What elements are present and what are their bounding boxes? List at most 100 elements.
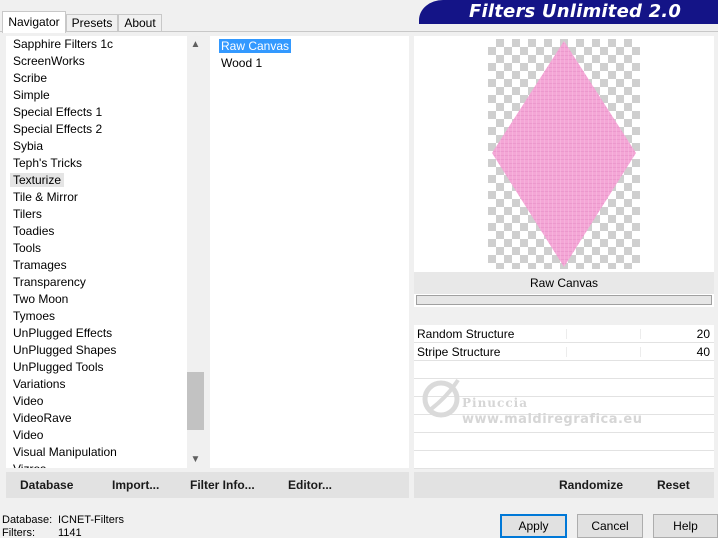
category-item[interactable]: Sapphire Filters 1c [6, 36, 186, 53]
category-item-label: VideoRave [13, 411, 72, 425]
preview-canvas [488, 39, 640, 269]
preview-filter-name: Raw Canvas [414, 272, 714, 294]
slider-empty [414, 433, 714, 451]
category-item-label: Transparency [13, 275, 86, 289]
category-item[interactable]: Two Moon [6, 291, 186, 308]
randomize-button[interactable]: Randomize [559, 472, 623, 498]
category-item-label: UnPlugged Tools [13, 360, 104, 374]
slider-empty [414, 361, 714, 379]
category-item[interactable]: Transparency [6, 274, 186, 291]
category-item-label: Special Effects 2 [13, 122, 103, 136]
category-item[interactable]: Vizros [6, 461, 186, 468]
slider-tick [640, 329, 641, 339]
category-item-label: Tile & Mirror [13, 190, 78, 204]
category-item[interactable]: Video [6, 427, 186, 444]
right-toolbar: Randomize Reset [414, 472, 714, 498]
tab-divider [0, 31, 718, 32]
category-item[interactable]: Tools [6, 240, 186, 257]
tab-presets[interactable]: Presets [66, 14, 118, 32]
scrollbar-thumb[interactable] [187, 372, 204, 430]
category-item-label: Tramages [13, 258, 67, 272]
slider-empty [414, 451, 714, 469]
category-item[interactable]: Tramages [6, 257, 186, 274]
category-item[interactable]: Special Effects 1 [6, 104, 186, 121]
category-item-label: Texturize [10, 173, 65, 187]
slider-value: 40 [696, 345, 710, 359]
category-item[interactable]: Tile & Mirror [6, 189, 186, 206]
slider-empty [414, 379, 714, 397]
category-item-label: Variations [13, 377, 66, 391]
category-item[interactable]: Special Effects 2 [6, 121, 186, 138]
category-item[interactable]: Scribe [6, 70, 186, 87]
scroll-down-icon[interactable]: ▼ [187, 451, 204, 468]
status-database-label: Database: [2, 514, 53, 526]
filter-info-button[interactable]: Filter Info... [190, 472, 255, 498]
category-item[interactable]: Tilers [6, 206, 186, 223]
category-list[interactable]: Sapphire Filters 1c ScreenWorks Scribe Simp… [6, 36, 186, 468]
category-item-label: Tymoes [13, 309, 56, 323]
filter-item-label: Wood 1 [221, 56, 263, 70]
category-item[interactable]: Visual Manipulation [6, 444, 186, 461]
filter-item-label: Raw Canvas [219, 39, 292, 53]
import-button[interactable]: Import... [112, 472, 159, 498]
category-list-panel: Sapphire Filters 1c ScreenWorks Scribe Simp… [6, 36, 204, 468]
left-toolbar: Database Import... Filter Info... Editor… [6, 472, 409, 498]
filter-list[interactable]: Raw Canvas Wood 1 [210, 36, 409, 468]
filter-item[interactable]: Raw Canvas [210, 38, 409, 55]
category-item[interactable]: Simple [6, 87, 186, 104]
slider-value: 20 [696, 327, 710, 341]
filter-item[interactable]: Wood 1 [210, 55, 409, 72]
category-item-label: Visual Manipulation [13, 445, 117, 459]
category-item[interactable]: ScreenWorks [6, 53, 186, 70]
category-item[interactable]: UnPlugged Shapes [6, 342, 186, 359]
category-item-label: Vizros [13, 462, 46, 468]
category-item-label: UnPlugged Effects [13, 326, 113, 340]
category-item-label: Scribe [13, 71, 48, 85]
category-item-label: Teph's Tricks [13, 156, 82, 170]
category-item[interactable]: UnPlugged Effects [6, 325, 186, 342]
category-item-label: Toadies [13, 224, 55, 238]
category-item-label: Two Moon [13, 292, 69, 306]
reset-button[interactable]: Reset [657, 472, 690, 498]
parameter-header [414, 307, 714, 325]
category-item-label: Video [13, 394, 44, 408]
category-item-label: Simple [13, 88, 50, 102]
slider-tick [640, 347, 641, 357]
status-filters-value: 1141 [58, 527, 82, 538]
category-item[interactable]: Toadies [6, 223, 186, 240]
category-item-label: UnPlugged Shapes [13, 343, 117, 357]
slider-label: Stripe Structure [417, 345, 501, 359]
slider-stripe-structure[interactable]: Stripe Structure 40 [414, 343, 714, 361]
help-button[interactable]: Help [653, 514, 718, 538]
database-button[interactable]: Database [20, 472, 73, 498]
status-database-value: ICNET-Filters [58, 514, 124, 526]
tab-about[interactable]: About [118, 14, 162, 32]
tab-navigator[interactable]: Navigator [2, 11, 66, 33]
category-item[interactable]: Tymoes [6, 308, 186, 325]
category-scrollbar[interactable]: ▲ ▼ [187, 36, 204, 468]
category-item-label: Special Effects 1 [13, 105, 103, 119]
category-item[interactable]: UnPlugged Tools [6, 359, 186, 376]
category-item-label: Sybia [13, 139, 44, 153]
slider-tick [566, 329, 567, 339]
preview-panel: Raw Canvas Random Structure 20 Stripe St… [414, 36, 714, 469]
category-item-label: ScreenWorks [13, 54, 85, 68]
status-filters: Filters: 1141 [2, 527, 82, 538]
category-item[interactable]: Teph's Tricks [6, 155, 186, 172]
category-item[interactable]: Variations [6, 376, 186, 393]
scroll-up-icon[interactable]: ▲ [187, 36, 204, 53]
category-item[interactable]: VideoRave [6, 410, 186, 427]
apply-button[interactable]: Apply [500, 514, 567, 538]
editor-button[interactable]: Editor... [288, 472, 332, 498]
status-database: Database: ICNET-Filters [2, 514, 124, 527]
slider-label: Random Structure [417, 327, 515, 341]
category-item-label: Tilers [13, 207, 42, 221]
category-item[interactable]: Sybia [6, 138, 186, 155]
slider-random-structure[interactable]: Random Structure 20 [414, 325, 714, 343]
slider-tick [566, 347, 567, 357]
cancel-button[interactable]: Cancel [577, 514, 643, 538]
category-item[interactable]: Video [6, 393, 186, 410]
progress-bar [416, 295, 712, 305]
category-item[interactable]: Texturize [6, 172, 186, 189]
brand-banner: Filters Unlimited 2.0 [419, 0, 718, 24]
